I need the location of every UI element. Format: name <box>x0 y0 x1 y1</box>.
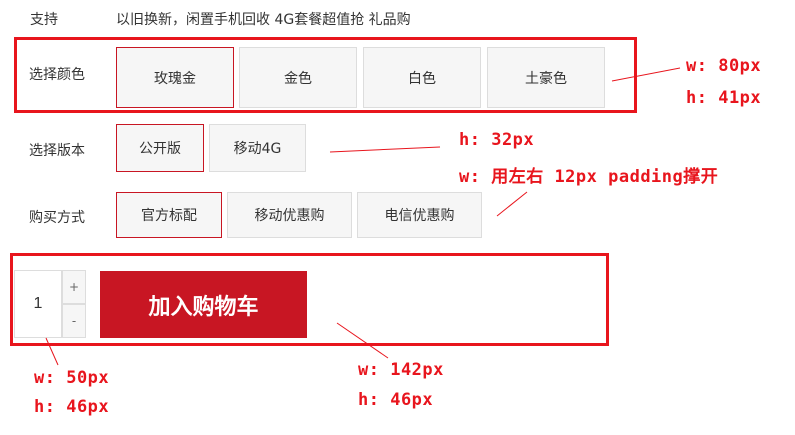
color-height-annotation: h: 41px <box>686 88 762 108</box>
button-width-annotation: w: 142px <box>358 360 444 380</box>
version-height-annotation: h: 32px <box>459 130 535 150</box>
quantity-annotation-line <box>45 337 59 366</box>
button-annotation-line <box>336 322 389 359</box>
version-width-annotation: w: 用左右 12px padding撑开 <box>459 167 719 187</box>
quantity-width-annotation: w: 50px <box>34 368 110 388</box>
version-padding-annotation-line <box>496 191 528 217</box>
version-annotation-line <box>329 146 441 153</box>
quantity-height-annotation: h: 46px <box>34 397 110 417</box>
color-width-annotation: w: 80px <box>686 56 762 76</box>
button-height-annotation: h: 46px <box>358 390 434 410</box>
color-annotation-line <box>611 67 681 82</box>
